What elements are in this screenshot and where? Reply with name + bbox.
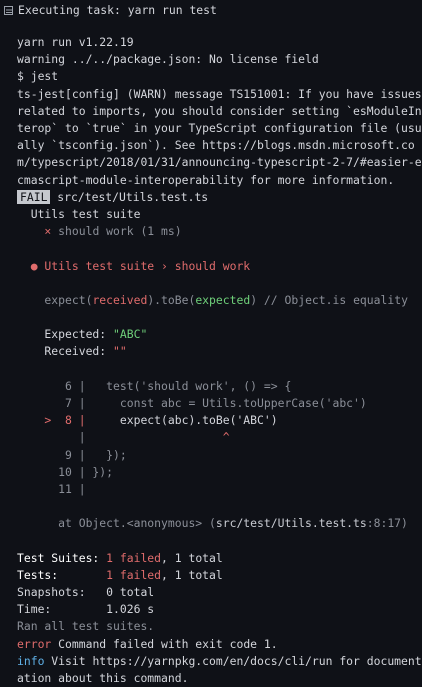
fail-badge: FAIL bbox=[17, 189, 51, 204]
caret-icon: ^ bbox=[85, 430, 230, 445]
summary-time: Time: 1.026 s bbox=[17, 602, 155, 617]
summary-suites-label: Test Suites: bbox=[17, 550, 107, 565]
info-label: info bbox=[17, 653, 45, 668]
summary-suites-failed: 1 failed bbox=[106, 550, 162, 565]
test-name: should work (1 ms) bbox=[51, 224, 182, 239]
ts-jest-warning: ts-jest[config] (WARN) message TS151001:… bbox=[17, 86, 422, 187]
expect-expected: expected bbox=[195, 292, 251, 307]
fail-path: src/test/Utils.test.ts bbox=[50, 189, 209, 204]
summary-tests: Tests: 1 failed, 1 total bbox=[17, 567, 422, 584]
summary-ran: Ran all test suites. bbox=[17, 619, 155, 634]
code-line-7: 7 | const abc = Utils.toUpperCase('abc') bbox=[17, 396, 367, 411]
code-line-9: 9 | }); bbox=[17, 447, 127, 462]
code-line-8: > 8 | expect(abc).toBe('ABC') bbox=[17, 412, 422, 429]
summary-snapshots: Snapshots: 0 total bbox=[17, 585, 155, 600]
error-line-marker: > 8 | bbox=[17, 413, 86, 428]
received-label: Received: bbox=[17, 344, 114, 359]
expect-tobe: ).toBe( bbox=[147, 292, 196, 307]
code-line-10: 10 | }); bbox=[17, 464, 114, 479]
yarn-version-line: yarn run v1.22.19 bbox=[17, 35, 134, 49]
code-line-6: 6 | test('should work', () => { bbox=[17, 378, 292, 393]
expected-label: Expected: bbox=[17, 327, 114, 342]
test-result-line: × should work (1 ms) bbox=[17, 223, 422, 240]
stack-prefix: at Object.<anonymous> ( bbox=[17, 516, 216, 531]
task-icon bbox=[4, 6, 13, 15]
caret-pipe: | bbox=[17, 430, 86, 445]
jest-command-line: $ jest bbox=[17, 69, 59, 84]
stack-trace-line: at Object.<anonymous> (src/test/Utils.te… bbox=[17, 515, 422, 532]
code-line-11: 11 | bbox=[17, 481, 86, 496]
error-label: error bbox=[17, 636, 52, 651]
stack-file-link[interactable]: src/test/Utils.test.ts bbox=[216, 516, 367, 530]
info-line: info Visit https://yarnpkg.com/en/docs/c… bbox=[17, 653, 422, 687]
expected-value: "ABC" bbox=[113, 327, 148, 342]
stack-position: :8:17) bbox=[366, 516, 408, 531]
task-header: Executing task: yarn run test bbox=[0, 2, 422, 20]
failure-title: ● Utils test suite › should work bbox=[17, 258, 251, 273]
expect-line: expect(received).toBe(expected) // Objec… bbox=[17, 292, 422, 309]
expected-line: Expected: "ABC" bbox=[17, 326, 422, 343]
error-line: error Command failed with exit code 1. bbox=[17, 636, 422, 653]
terminal-output: yarn run v1.22.19 warning ../../package.… bbox=[17, 34, 422, 687]
task-title: Executing task: yarn run test bbox=[18, 3, 217, 17]
error-message: Command failed with exit code 1. bbox=[51, 636, 278, 651]
summary-suites: Test Suites: 1 failed, 1 total bbox=[17, 550, 422, 567]
summary-suites-total: , 1 total bbox=[161, 550, 223, 565]
terminal-panel[interactable]: Executing task: yarn run test yarn run v… bbox=[0, 0, 422, 685]
summary-tests-failed: 1 failed bbox=[106, 567, 162, 582]
received-value: "" bbox=[113, 344, 127, 359]
error-line-code: expect(abc).toBe('ABC') bbox=[85, 413, 278, 428]
suite-name: Utils test suite bbox=[17, 206, 141, 221]
summary-tests-total: , 1 total bbox=[161, 567, 223, 582]
expect-comment: ) // Object.is equality bbox=[250, 292, 408, 307]
info-message[interactable]: Visit https://yarnpkg.com/en/docs/cli/ru… bbox=[17, 654, 422, 685]
summary-tests-label: Tests: bbox=[17, 567, 107, 582]
expect-prefix: expect( bbox=[17, 292, 93, 307]
received-line: Received: "" bbox=[17, 343, 422, 360]
license-warning-line: warning ../../package.json: No license f… bbox=[17, 52, 319, 67]
fail-mark-icon: × bbox=[17, 224, 52, 239]
fail-line: FAIL src/test/Utils.test.ts bbox=[17, 189, 422, 206]
expect-received: received bbox=[92, 292, 148, 307]
caret-line: | ^ bbox=[17, 429, 422, 446]
